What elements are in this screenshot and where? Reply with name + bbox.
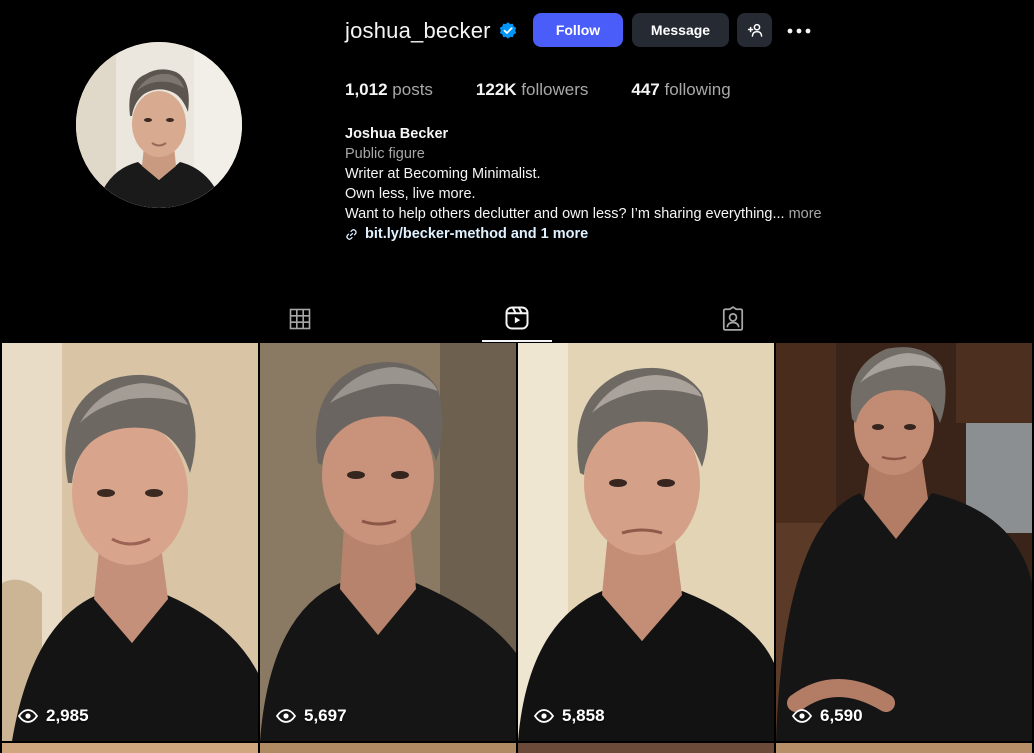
- reel-tile-partial[interactable]: [260, 743, 516, 753]
- tagged-icon: [722, 305, 744, 331]
- add-person-icon: [747, 23, 762, 37]
- more-link[interactable]: more: [789, 206, 822, 222]
- reels-icon: [505, 306, 529, 330]
- reel-view-count: 5,858: [534, 706, 605, 726]
- view-count-value: 6,590: [820, 706, 863, 725]
- reel-thumbnail: [776, 343, 1032, 741]
- reels-grid: 2,985 5,697 5,858 6,590: [2, 343, 1034, 753]
- bio-line: Writer at Becoming Minimalist.: [345, 166, 541, 182]
- avatar-portrait: [76, 42, 242, 208]
- reel-thumbnail: [518, 343, 774, 741]
- eye-icon: [534, 709, 554, 723]
- bio-link-text: bit.ly/becker-method and 1 more: [365, 226, 589, 242]
- following-count[interactable]: 447 following: [631, 80, 730, 100]
- following-count-label: following: [664, 80, 731, 99]
- profile-avatar[interactable]: [76, 42, 242, 208]
- posts-count-label: posts: [392, 80, 433, 99]
- reel-thumbnail: [2, 343, 258, 741]
- profile-tabs: [0, 296, 1034, 342]
- reel-tile[interactable]: 6,590: [776, 343, 1032, 741]
- view-count-value: 5,858: [562, 706, 605, 725]
- following-count-value: 447: [631, 80, 660, 99]
- reel-view-count: 6,590: [792, 706, 863, 726]
- reel-tile[interactable]: 5,697: [260, 343, 516, 741]
- more-options-icon[interactable]: [785, 17, 813, 45]
- username-row: joshua_becker: [345, 13, 518, 49]
- profile-stats: 1,012 posts 122K followers 447 following: [345, 80, 774, 100]
- profile-page: joshua_becker Follow Message 1,012 posts: [0, 0, 1034, 753]
- followers-count[interactable]: 122K followers: [476, 80, 588, 100]
- reel-tile[interactable]: 2,985: [2, 343, 258, 741]
- reel-thumbnail: [260, 343, 516, 741]
- reel-tile-partial[interactable]: [776, 743, 1032, 753]
- link-icon: [346, 228, 357, 240]
- profile-bio: Joshua Becker Public figure Writer at Be…: [345, 124, 965, 244]
- tab-posts[interactable]: [265, 296, 335, 341]
- view-count-value: 2,985: [46, 706, 89, 725]
- posts-count: 1,012 posts: [345, 80, 433, 100]
- full-name: Joshua Becker: [345, 126, 449, 142]
- eye-icon: [18, 709, 38, 723]
- posts-count-value: 1,012: [345, 80, 388, 99]
- category-label: Public figure: [345, 146, 425, 162]
- reel-tile[interactable]: 5,858: [518, 343, 774, 741]
- message-button[interactable]: Message: [632, 13, 729, 47]
- suggest-user-button[interactable]: [737, 13, 772, 47]
- bio-line: Want to help others declutter and own le…: [345, 206, 785, 222]
- followers-count-value: 122K: [475, 80, 517, 99]
- follow-button[interactable]: Follow: [533, 13, 623, 47]
- bio-link[interactable]: bit.ly/becker-method and 1 more: [345, 224, 965, 244]
- bio-line-truncated: Want to help others declutter and own le…: [345, 204, 965, 224]
- reel-view-count: 5,697: [276, 706, 347, 726]
- grid-icon: [289, 308, 311, 329]
- reel-tile-partial[interactable]: [2, 743, 258, 753]
- tab-tagged[interactable]: [698, 296, 768, 341]
- username: joshua_becker: [345, 18, 491, 43]
- eye-icon: [276, 709, 296, 723]
- followers-count-label: followers: [521, 80, 589, 99]
- reel-tile-partial[interactable]: [518, 743, 774, 753]
- reel-view-count: 2,985: [18, 706, 89, 726]
- bio-line: Own less, live more.: [345, 186, 476, 202]
- eye-icon: [792, 709, 812, 723]
- view-count-value: 5,697: [304, 706, 347, 725]
- verified-badge-icon: [498, 21, 518, 41]
- tab-reels[interactable]: [482, 296, 552, 342]
